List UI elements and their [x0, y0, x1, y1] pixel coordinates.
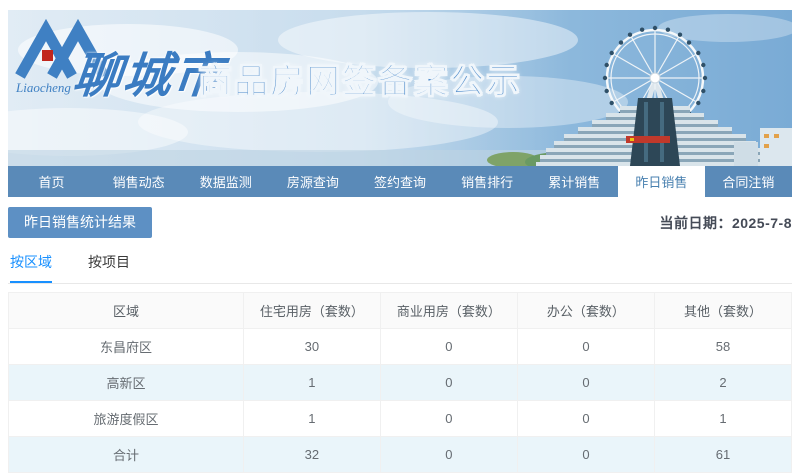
- header-banner: Liaocheng 聊城市 商品房网签备案公示: [8, 10, 792, 166]
- nav-item-active[interactable]: 昨日销售: [617, 166, 705, 197]
- table-row: 旅游度假区 1 0 0 1: [8, 400, 793, 437]
- table-row: 合计 32 0 0 61: [8, 436, 793, 473]
- column-header: 区域: [8, 292, 244, 329]
- value-cell: 58: [653, 328, 793, 365]
- table-header-row: 区域 住宅用房（套数） 商业用房（套数） 办公（套数） 其他（套数）: [8, 292, 793, 329]
- value-cell: 0: [379, 364, 518, 401]
- tab-inactive[interactable]: 按项目: [88, 252, 130, 283]
- value-cell: 1: [242, 400, 381, 437]
- value-cell: 0: [379, 328, 518, 365]
- value-cell: 0: [516, 436, 655, 473]
- view-tabs: 按区域 按项目: [8, 252, 792, 284]
- value-cell: 32: [242, 436, 381, 473]
- table-row: 东昌府区 30 0 0 58: [8, 328, 793, 365]
- column-header: 商业用房（套数）: [379, 292, 518, 329]
- region-cell: 合计: [8, 436, 244, 473]
- table-row: 高新区 1 0 0 2: [8, 364, 793, 401]
- value-cell: 0: [516, 328, 655, 365]
- nav-item-link[interactable]: 首页: [8, 166, 95, 197]
- stats-table: 区域 住宅用房（套数） 商业用房（套数） 办公（套数） 其他（套数） 东昌府区 30 0 0 5…: [8, 292, 793, 473]
- value-cell: 0: [516, 400, 655, 437]
- nav-item-link[interactable]: 销售动态: [95, 166, 182, 197]
- nav-item-link[interactable]: 累计销售: [531, 166, 618, 197]
- page: Liaocheng 聊城市 商品房网签备案公示 首页 销售动态 数据监测 房源查询 签约…: [8, 10, 793, 473]
- value-cell: 1: [653, 400, 793, 437]
- region-cell: 东昌府区: [8, 328, 244, 365]
- main-nav: 首页 销售动态 数据监测 房源查询 签约查询 销售排行 累计销售 昨日销售 合同注销: [8, 166, 792, 197]
- nav-item-link[interactable]: 合同注销: [705, 166, 792, 197]
- region-cell: 旅游度假区: [8, 400, 244, 437]
- nav-item-link[interactable]: 销售排行: [444, 166, 531, 197]
- logo-script-text: Liaocheng: [15, 80, 71, 95]
- current-date: 当前日期：2025-7-8: [659, 213, 792, 233]
- tab-active[interactable]: 按区域: [10, 252, 52, 283]
- value-cell: 61: [653, 436, 793, 473]
- section-title-badge: 昨日销售统计结果: [8, 207, 152, 238]
- table-body: 东昌府区 30 0 0 58 高新区 1 0 0 2 旅游度假区 1 0 0 1 合计 32 0 0 61: [8, 328, 793, 473]
- title-row: 昨日销售统计结果 当前日期：2025-7-8: [8, 207, 792, 238]
- banner-title: 商品房网签备案公示: [198, 63, 522, 102]
- column-header: 其他（套数）: [653, 292, 793, 329]
- value-cell: 2: [653, 364, 793, 401]
- value-cell: 0: [379, 400, 518, 437]
- current-date-value: 2025-7-8: [731, 214, 792, 231]
- column-header: 住宅用房（套数）: [242, 292, 381, 329]
- nav-item-link[interactable]: 签约查询: [356, 166, 443, 197]
- column-header: 办公（套数）: [516, 292, 655, 329]
- value-cell: 0: [379, 436, 518, 473]
- value-cell: 0: [516, 364, 655, 401]
- nav-item-link[interactable]: 房源查询: [269, 166, 356, 197]
- value-cell: 1: [242, 364, 381, 401]
- value-cell: 30: [242, 328, 381, 365]
- region-cell: 高新区: [8, 364, 244, 401]
- current-date-label: 当前日期：: [659, 214, 732, 231]
- nav-item-link[interactable]: 数据监测: [182, 166, 269, 197]
